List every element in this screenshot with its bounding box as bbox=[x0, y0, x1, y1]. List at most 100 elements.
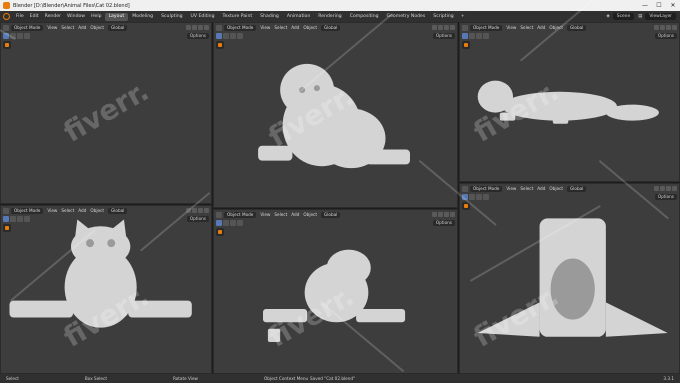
menu-add[interactable]: Add bbox=[537, 25, 545, 30]
editor-type-icon[interactable] bbox=[216, 24, 222, 31]
select-box-icon[interactable] bbox=[223, 32, 229, 39]
cat-sculpture[interactable] bbox=[214, 210, 458, 374]
select-tool-icon[interactable] bbox=[3, 32, 9, 39]
tab-uv-editing[interactable]: UV Editing bbox=[187, 13, 219, 21]
editor-type-icon[interactable] bbox=[216, 211, 222, 218]
menu-add[interactable]: Add bbox=[291, 212, 299, 217]
menu-add[interactable]: Add bbox=[78, 208, 86, 213]
menu-view[interactable]: View bbox=[47, 25, 57, 30]
tab-layout[interactable]: Layout bbox=[104, 12, 129, 21]
minimize-button[interactable]: — bbox=[638, 0, 652, 11]
tab-animation[interactable]: Animation bbox=[283, 13, 314, 21]
menu-select[interactable]: Select bbox=[61, 25, 74, 30]
select-lasso-icon[interactable] bbox=[24, 215, 30, 222]
shading-buttons[interactable] bbox=[185, 208, 209, 213]
menu-render[interactable]: Render bbox=[42, 14, 64, 19]
cat-sculpture[interactable] bbox=[460, 184, 680, 374]
tab-texture-paint[interactable]: Texture Paint bbox=[219, 13, 257, 21]
select-lasso-icon[interactable] bbox=[237, 219, 243, 226]
select-box-icon[interactable] bbox=[469, 32, 475, 39]
select-box-icon[interactable] bbox=[223, 219, 229, 226]
shading-buttons[interactable] bbox=[431, 25, 455, 30]
toolbar-icon[interactable] bbox=[216, 41, 224, 49]
toolbar-icon[interactable] bbox=[462, 202, 470, 210]
select-box-icon[interactable] bbox=[10, 215, 16, 222]
menu-view[interactable]: View bbox=[506, 25, 516, 30]
shading-buttons[interactable] bbox=[653, 186, 677, 191]
editor-type-icon[interactable] bbox=[462, 185, 468, 192]
menu-add[interactable]: Add bbox=[78, 25, 86, 30]
editor-type-icon[interactable] bbox=[3, 24, 9, 31]
menu-select[interactable]: Select bbox=[274, 212, 287, 217]
orientation-selector[interactable]: Global bbox=[321, 24, 341, 31]
cat-sculpture[interactable] bbox=[1, 23, 212, 204]
tab-shading[interactable]: Shading bbox=[256, 13, 283, 21]
menu-object[interactable]: Object bbox=[549, 25, 563, 30]
shading-buttons[interactable] bbox=[431, 212, 455, 217]
menu-view[interactable]: View bbox=[260, 25, 270, 30]
select-tool-icon[interactable] bbox=[462, 32, 468, 39]
viewport-3d[interactable]: Object Mode View Select Add Object Globa… bbox=[459, 22, 680, 182]
blender-logo-icon[interactable] bbox=[3, 13, 10, 20]
orientation-selector[interactable]: Global bbox=[321, 211, 341, 218]
options-dropdown[interactable]: Options bbox=[186, 32, 209, 39]
viewport-3d[interactable]: Object Mode View Select Add Object Globa… bbox=[0, 22, 212, 204]
menu-object[interactable]: Object bbox=[303, 25, 317, 30]
select-circle-icon[interactable] bbox=[230, 219, 236, 226]
mode-selector[interactable]: Object Mode bbox=[224, 211, 257, 218]
maximize-button[interactable]: ☐ bbox=[652, 0, 666, 11]
menu-view[interactable]: View bbox=[47, 208, 57, 213]
menu-select[interactable]: Select bbox=[61, 208, 74, 213]
menu-edit[interactable]: Edit bbox=[27, 14, 42, 19]
select-circle-icon[interactable] bbox=[17, 215, 23, 222]
orientation-selector[interactable]: Global bbox=[567, 24, 587, 31]
mode-selector[interactable]: Object Mode bbox=[224, 24, 257, 31]
tab-modeling[interactable]: Modeling bbox=[128, 13, 157, 21]
menu-select[interactable]: Select bbox=[520, 25, 533, 30]
viewport-3d[interactable]: Object Mode View Select Add Object Globa… bbox=[459, 183, 680, 374]
menu-select[interactable]: Select bbox=[520, 186, 533, 191]
select-box-icon[interactable] bbox=[469, 193, 475, 200]
select-box-icon[interactable] bbox=[10, 32, 16, 39]
orientation-selector[interactable]: Global bbox=[108, 24, 128, 31]
orientation-selector[interactable]: Global bbox=[567, 185, 587, 192]
shading-buttons[interactable] bbox=[653, 25, 677, 30]
mode-selector[interactable]: Object Mode bbox=[470, 185, 503, 192]
menu-help[interactable]: Help bbox=[88, 14, 104, 19]
select-tool-icon[interactable] bbox=[216, 32, 222, 39]
menu-object[interactable]: Object bbox=[549, 186, 563, 191]
cat-sculpture[interactable] bbox=[460, 23, 680, 182]
select-circle-icon[interactable] bbox=[476, 193, 482, 200]
options-dropdown[interactable]: Options bbox=[432, 32, 455, 39]
select-circle-icon[interactable] bbox=[17, 32, 23, 39]
menu-object[interactable]: Object bbox=[90, 208, 104, 213]
close-button[interactable]: ✕ bbox=[666, 0, 680, 11]
toolbar-icon[interactable] bbox=[462, 41, 470, 49]
select-tool-icon[interactable] bbox=[3, 215, 9, 222]
cat-sculpture[interactable] bbox=[1, 206, 212, 374]
menu-add[interactable]: Add bbox=[537, 186, 545, 191]
tab-rendering[interactable]: Rendering bbox=[314, 13, 345, 21]
toolbar-icon[interactable] bbox=[216, 228, 224, 236]
select-tool-icon[interactable] bbox=[462, 193, 468, 200]
viewport-3d[interactable]: Object Mode View Select Add Object Globa… bbox=[213, 209, 458, 374]
mode-selector[interactable]: Object Mode bbox=[470, 24, 503, 31]
menu-select[interactable]: Select bbox=[274, 25, 287, 30]
options-dropdown[interactable]: Options bbox=[432, 219, 455, 226]
options-dropdown[interactable]: Options bbox=[654, 32, 677, 39]
mode-selector[interactable]: Object Mode bbox=[11, 207, 44, 214]
scene-selector[interactable]: Scene bbox=[612, 13, 635, 20]
tab-sculpting[interactable]: Sculpting bbox=[157, 13, 186, 21]
toolbar-icon[interactable] bbox=[3, 41, 11, 49]
select-lasso-icon[interactable] bbox=[483, 32, 489, 39]
viewport-3d[interactable]: Object Mode View Select Add Object Globa… bbox=[0, 205, 212, 374]
menu-view[interactable]: View bbox=[260, 212, 270, 217]
select-circle-icon[interactable] bbox=[230, 32, 236, 39]
tab-scripting[interactable]: Scripting bbox=[429, 13, 457, 21]
menu-view[interactable]: View bbox=[506, 186, 516, 191]
select-circle-icon[interactable] bbox=[476, 32, 482, 39]
tab-compositing[interactable]: Compositing bbox=[346, 13, 383, 21]
menu-window[interactable]: Window bbox=[64, 14, 88, 19]
select-lasso-icon[interactable] bbox=[483, 193, 489, 200]
tab-geometry-nodes[interactable]: Geometry Nodes bbox=[383, 13, 430, 21]
